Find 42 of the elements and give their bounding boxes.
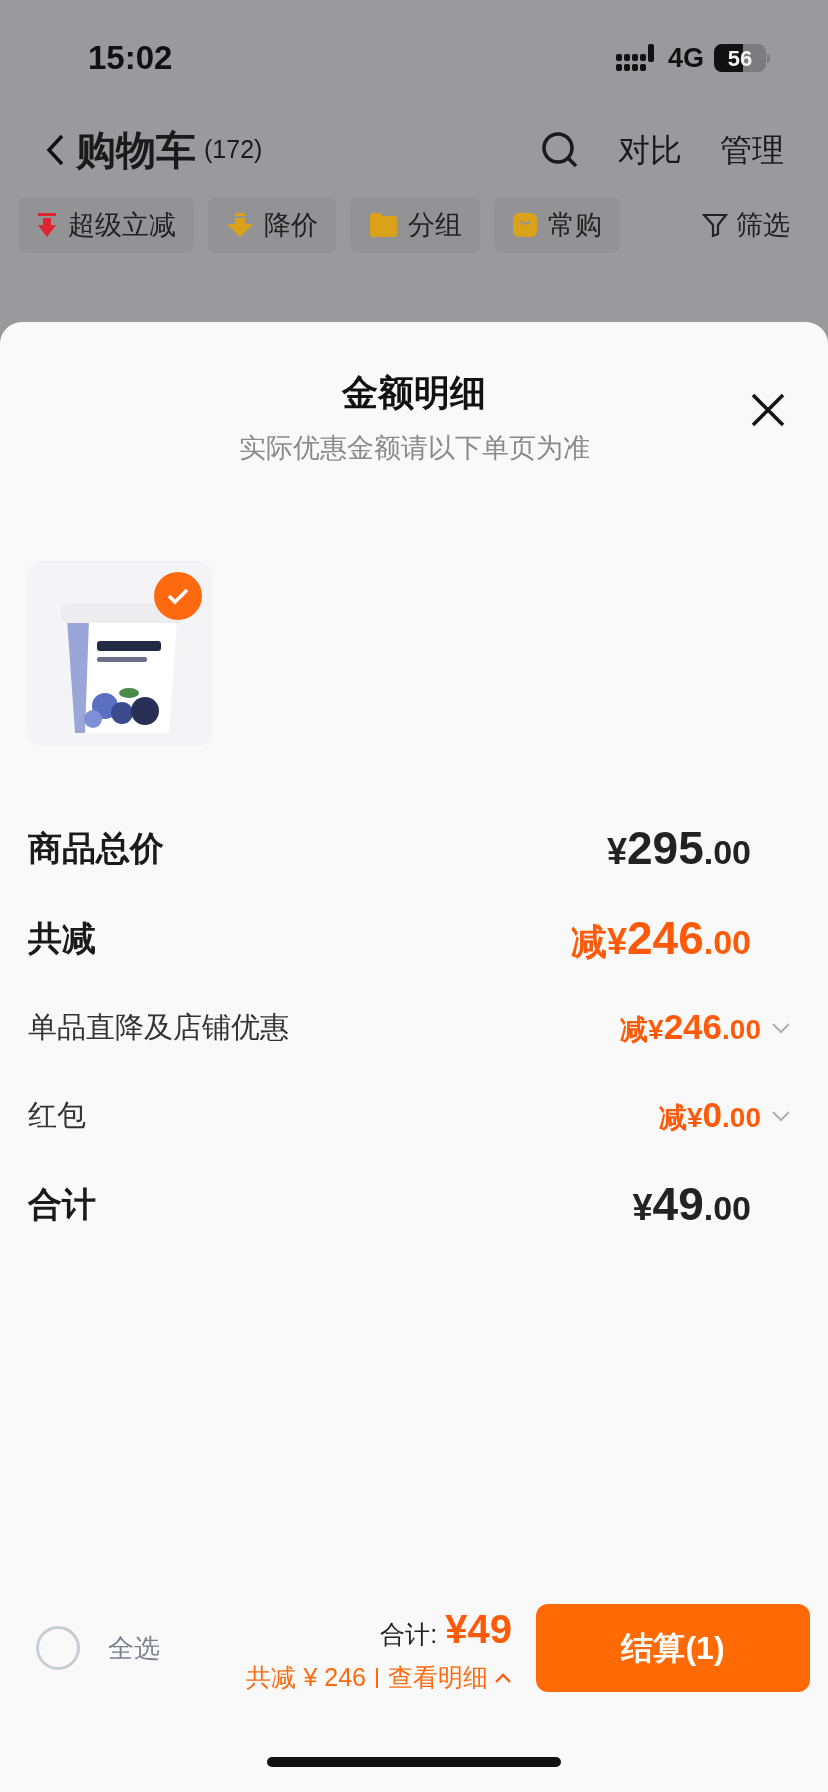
network-label: 4G: [667, 41, 704, 75]
sheet-subtitle: 实际优惠金额请以下单页为准: [238, 432, 590, 465]
folder-icon: [368, 212, 398, 238]
battery-level: 56: [727, 44, 753, 72]
sheet-title: 金额明细: [342, 371, 486, 415]
details-link[interactable]: 查看明细: [388, 1659, 512, 1697]
filter-button[interactable]: 筛选: [702, 204, 790, 246]
status-time: 15:02: [88, 38, 173, 79]
select-all-label[interactable]: 全选: [108, 1628, 160, 1668]
filter-chip[interactable]: 常购: [494, 197, 620, 253]
nav-action[interactable]: 对比: [618, 126, 682, 174]
select-all-radio[interactable]: [36, 1626, 80, 1670]
search-icon[interactable]: [540, 130, 580, 170]
total-label: 合计:: [380, 1619, 438, 1651]
page-title: 购物车: [76, 127, 196, 174]
down-arrow-icon: [36, 212, 58, 238]
down-arrow-icon: [226, 212, 254, 238]
filter-icon: [702, 212, 728, 238]
summary-amount: ¥295.00: [606, 821, 751, 876]
filter-chip[interactable]: 超级立减: [18, 197, 194, 253]
summary-amount: 减¥246.00: [620, 1006, 761, 1049]
filter-chip[interactable]: 分组: [350, 197, 480, 253]
summary-amount: 减¥246.00: [570, 911, 751, 966]
saved-amount: 共减 ¥ 246: [246, 1662, 366, 1694]
total-amount: ¥49: [445, 1606, 512, 1654]
bag-icon: [512, 212, 538, 238]
summary-label: 共减: [28, 918, 96, 959]
close-icon: [750, 392, 786, 428]
summary-amount: 减¥0.00: [659, 1094, 761, 1137]
chevron-up-icon: [494, 1672, 512, 1684]
checkout-button[interactable]: 结算(1): [536, 1604, 810, 1692]
filter-chip[interactable]: 降价: [208, 197, 336, 253]
summary-amount: ¥49.00: [632, 1177, 751, 1232]
summary-label: 单品直降及店铺优惠: [28, 1009, 289, 1045]
summary-label: 合计: [28, 1184, 96, 1225]
back-icon[interactable]: [44, 133, 66, 167]
chevron-down-icon: [771, 1021, 791, 1034]
nav-action[interactable]: 管理: [720, 126, 784, 174]
cart-count: (172): [204, 134, 263, 166]
summary-label: 商品总价: [28, 828, 164, 869]
chevron-down-icon: [771, 1109, 791, 1122]
summary-label: 红包: [28, 1097, 86, 1133]
